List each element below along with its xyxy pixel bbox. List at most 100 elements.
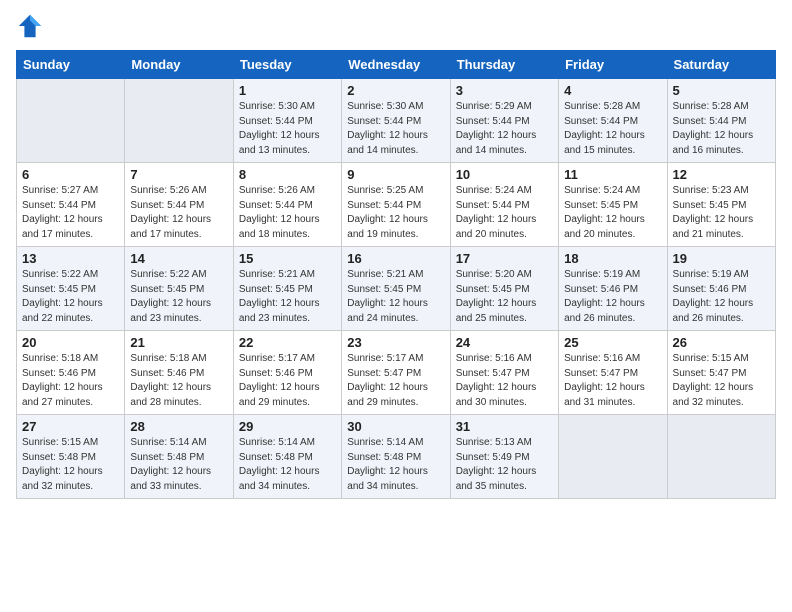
calendar-cell: 24 Sunrise: 5:16 AMSunset: 5:47 PMDayligh… — [450, 331, 558, 415]
day-number: 31 — [456, 419, 553, 434]
day-info: Sunrise: 5:15 AMSunset: 5:47 PMDaylight:… — [673, 352, 770, 410]
calendar-cell: 3 Sunrise: 5:29 AMSunset: 5:44 PMDaylight… — [450, 79, 558, 163]
day-info: Sunrise: 5:24 AMSunset: 5:45 PMDaylight:… — [564, 184, 661, 242]
day-number: 25 — [564, 335, 661, 350]
day-info: Sunrise: 5:14 AMSunset: 5:48 PMDaylight:… — [239, 436, 336, 494]
day-number: 23 — [347, 335, 444, 350]
day-number: 1 — [239, 83, 336, 98]
calendar-week-row: 1 Sunrise: 5:30 AMSunset: 5:44 PMDaylight… — [17, 79, 776, 163]
calendar-cell: 12 Sunrise: 5:23 AMSunset: 5:45 PMDayligh… — [667, 163, 775, 247]
calendar-cell — [559, 415, 667, 499]
calendar-week-row: 20 Sunrise: 5:18 AMSunset: 5:46 PMDayligh… — [17, 331, 776, 415]
weekday-header-saturday: Saturday — [667, 51, 775, 79]
day-info: Sunrise: 5:15 AMSunset: 5:48 PMDaylight:… — [22, 436, 119, 494]
calendar-cell: 18 Sunrise: 5:19 AMSunset: 5:46 PMDayligh… — [559, 247, 667, 331]
day-number: 16 — [347, 251, 444, 266]
day-info: Sunrise: 5:14 AMSunset: 5:48 PMDaylight:… — [130, 436, 227, 494]
day-number: 29 — [239, 419, 336, 434]
calendar-cell: 15 Sunrise: 5:21 AMSunset: 5:45 PMDayligh… — [233, 247, 341, 331]
calendar-cell — [667, 415, 775, 499]
day-number: 19 — [673, 251, 770, 266]
day-number: 21 — [130, 335, 227, 350]
weekday-header-thursday: Thursday — [450, 51, 558, 79]
day-info: Sunrise: 5:26 AMSunset: 5:44 PMDaylight:… — [239, 184, 336, 242]
day-number: 22 — [239, 335, 336, 350]
day-info: Sunrise: 5:22 AMSunset: 5:45 PMDaylight:… — [22, 268, 119, 326]
page: SundayMondayTuesdayWednesdayThursdayFrid… — [0, 0, 792, 612]
calendar-cell: 2 Sunrise: 5:30 AMSunset: 5:44 PMDaylight… — [342, 79, 450, 163]
day-info: Sunrise: 5:16 AMSunset: 5:47 PMDaylight:… — [456, 352, 553, 410]
day-info: Sunrise: 5:19 AMSunset: 5:46 PMDaylight:… — [564, 268, 661, 326]
weekday-header-wednesday: Wednesday — [342, 51, 450, 79]
day-number: 4 — [564, 83, 661, 98]
day-number: 12 — [673, 167, 770, 182]
calendar-cell: 7 Sunrise: 5:26 AMSunset: 5:44 PMDaylight… — [125, 163, 233, 247]
day-info: Sunrise: 5:20 AMSunset: 5:45 PMDaylight:… — [456, 268, 553, 326]
day-number: 15 — [239, 251, 336, 266]
day-number: 5 — [673, 83, 770, 98]
logo — [16, 12, 48, 40]
calendar-cell: 13 Sunrise: 5:22 AMSunset: 5:45 PMDayligh… — [17, 247, 125, 331]
calendar-cell: 16Sunrise: 5:21 AMSunset: 5:45 PMDayligh… — [342, 247, 450, 331]
day-info: Sunrise: 5:30 AMSunset: 5:44 PMDaylight:… — [347, 100, 444, 158]
day-info: Sunrise: 5:30 AMSunset: 5:44 PMDaylight:… — [239, 100, 336, 158]
calendar-cell: 10Sunrise: 5:24 AMSunset: 5:44 PMDayligh… — [450, 163, 558, 247]
calendar-cell: 29 Sunrise: 5:14 AMSunset: 5:48 PMDayligh… — [233, 415, 341, 499]
day-info: Sunrise: 5:29 AMSunset: 5:44 PMDaylight:… — [456, 100, 553, 158]
calendar-cell: 5 Sunrise: 5:28 AMSunset: 5:44 PMDaylight… — [667, 79, 775, 163]
day-number: 2 — [347, 83, 444, 98]
calendar-cell — [17, 79, 125, 163]
calendar-cell: 1 Sunrise: 5:30 AMSunset: 5:44 PMDaylight… — [233, 79, 341, 163]
calendar-cell: 23 Sunrise: 5:17 AMSunset: 5:47 PMDayligh… — [342, 331, 450, 415]
day-info: Sunrise: 5:19 AMSunset: 5:46 PMDaylight:… — [673, 268, 770, 326]
calendar-cell: 28Sunrise: 5:14 AMSunset: 5:48 PMDayligh… — [125, 415, 233, 499]
header — [16, 12, 776, 40]
day-number: 13 — [22, 251, 119, 266]
calendar-week-row: 13 Sunrise: 5:22 AMSunset: 5:45 PMDayligh… — [17, 247, 776, 331]
calendar-week-row: 27Sunrise: 5:15 AMSunset: 5:48 PMDayligh… — [17, 415, 776, 499]
day-info: Sunrise: 5:23 AMSunset: 5:45 PMDaylight:… — [673, 184, 770, 242]
day-number: 24 — [456, 335, 553, 350]
day-number: 8 — [239, 167, 336, 182]
day-info: Sunrise: 5:14 AMSunset: 5:48 PMDaylight:… — [347, 436, 444, 494]
calendar-cell: 14 Sunrise: 5:22 AMSunset: 5:45 PMDayligh… — [125, 247, 233, 331]
calendar-cell: 31 Sunrise: 5:13 AMSunset: 5:49 PMDayligh… — [450, 415, 558, 499]
calendar-cell: 25 Sunrise: 5:16 AMSunset: 5:47 PMDayligh… — [559, 331, 667, 415]
calendar-header-row: SundayMondayTuesdayWednesdayThursdayFrid… — [17, 51, 776, 79]
day-info: Sunrise: 5:18 AMSunset: 5:46 PMDaylight:… — [22, 352, 119, 410]
calendar-cell: 26 Sunrise: 5:15 AMSunset: 5:47 PMDayligh… — [667, 331, 775, 415]
day-info: Sunrise: 5:17 AMSunset: 5:47 PMDaylight:… — [347, 352, 444, 410]
calendar-cell: 6 Sunrise: 5:27 AMSunset: 5:44 PMDaylight… — [17, 163, 125, 247]
day-number: 14 — [130, 251, 227, 266]
day-number: 7 — [130, 167, 227, 182]
calendar-week-row: 6 Sunrise: 5:27 AMSunset: 5:44 PMDaylight… — [17, 163, 776, 247]
day-info: Sunrise: 5:13 AMSunset: 5:49 PMDaylight:… — [456, 436, 553, 494]
day-info: Sunrise: 5:18 AMSunset: 5:46 PMDaylight:… — [130, 352, 227, 410]
weekday-header-monday: Monday — [125, 51, 233, 79]
day-number: 18 — [564, 251, 661, 266]
logo-icon — [16, 12, 44, 40]
day-number: 6 — [22, 167, 119, 182]
calendar-cell: 11Sunrise: 5:24 AMSunset: 5:45 PMDayligh… — [559, 163, 667, 247]
day-info: Sunrise: 5:16 AMSunset: 5:47 PMDaylight:… — [564, 352, 661, 410]
day-number: 17 — [456, 251, 553, 266]
day-info: Sunrise: 5:28 AMSunset: 5:44 PMDaylight:… — [564, 100, 661, 158]
day-info: Sunrise: 5:22 AMSunset: 5:45 PMDaylight:… — [130, 268, 227, 326]
day-info: Sunrise: 5:26 AMSunset: 5:44 PMDaylight:… — [130, 184, 227, 242]
day-number: 3 — [456, 83, 553, 98]
calendar-table: SundayMondayTuesdayWednesdayThursdayFrid… — [16, 50, 776, 499]
calendar-cell: 8 Sunrise: 5:26 AMSunset: 5:44 PMDaylight… — [233, 163, 341, 247]
calendar-cell: 27Sunrise: 5:15 AMSunset: 5:48 PMDayligh… — [17, 415, 125, 499]
weekday-header-tuesday: Tuesday — [233, 51, 341, 79]
day-info: Sunrise: 5:17 AMSunset: 5:46 PMDaylight:… — [239, 352, 336, 410]
day-info: Sunrise: 5:28 AMSunset: 5:44 PMDaylight:… — [673, 100, 770, 158]
calendar-cell: 22 Sunrise: 5:17 AMSunset: 5:46 PMDayligh… — [233, 331, 341, 415]
day-number: 26 — [673, 335, 770, 350]
day-info: Sunrise: 5:21 AMSunset: 5:45 PMDaylight:… — [239, 268, 336, 326]
weekday-header-sunday: Sunday — [17, 51, 125, 79]
day-info: Sunrise: 5:24 AMSunset: 5:44 PMDaylight:… — [456, 184, 553, 242]
calendar-cell: 19 Sunrise: 5:19 AMSunset: 5:46 PMDayligh… — [667, 247, 775, 331]
day-number: 20 — [22, 335, 119, 350]
day-info: Sunrise: 5:27 AMSunset: 5:44 PMDaylight:… — [22, 184, 119, 242]
calendar-cell: 4 Sunrise: 5:28 AMSunset: 5:44 PMDaylight… — [559, 79, 667, 163]
